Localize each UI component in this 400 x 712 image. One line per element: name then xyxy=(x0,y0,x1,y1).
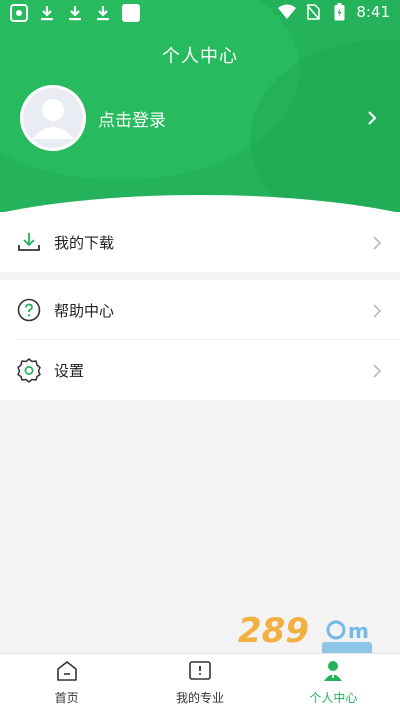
chevron-right-icon[interactable] xyxy=(364,110,380,126)
tab-my-major[interactable]: 我的专业 xyxy=(133,654,266,712)
download-icon xyxy=(16,229,42,255)
person-icon xyxy=(321,660,345,686)
avatar-placeholder-icon xyxy=(23,88,83,148)
app-icon xyxy=(10,4,28,22)
login-row[interactable]: 点击登录 xyxy=(20,85,380,151)
avatar[interactable] xyxy=(20,85,86,151)
help-icon xyxy=(16,297,42,323)
menu-item-label: 我的下载 xyxy=(54,233,115,252)
menu-item-label: 设置 xyxy=(54,361,85,380)
download-icon xyxy=(66,4,84,22)
tab-profile[interactable]: 个人中心 xyxy=(267,654,400,712)
square-icon xyxy=(122,4,140,22)
settings-icon xyxy=(16,357,42,383)
tab-label: 个人中心 xyxy=(309,691,358,705)
battery-icon xyxy=(330,3,348,21)
svg-text:289: 289 xyxy=(238,611,309,651)
book-icon xyxy=(188,660,212,686)
download-icon xyxy=(38,4,56,22)
svg-text:m: m xyxy=(348,619,369,643)
wifi-icon xyxy=(278,3,297,21)
tab-label: 首页 xyxy=(54,691,79,705)
settings-card: 帮助中心 设置 xyxy=(0,280,400,400)
no-sim-icon xyxy=(304,3,322,21)
downloads-card: 我的下载 xyxy=(0,212,400,272)
download-icon xyxy=(94,4,112,22)
tab-label: 我的专业 xyxy=(175,691,224,705)
menu-item-settings[interactable]: 设置 xyxy=(0,340,400,400)
status-time: 8:41 xyxy=(356,3,390,21)
menu-item-label: 帮助中心 xyxy=(54,301,115,320)
login-text[interactable]: 点击登录 xyxy=(98,106,364,131)
home-icon xyxy=(55,660,79,686)
page-title: 个人中心 xyxy=(162,46,238,67)
chevron-right-icon xyxy=(370,363,384,378)
bottom-tab-bar: 首页 我的专业 个人中心 xyxy=(0,653,400,712)
tab-home[interactable]: 首页 xyxy=(0,654,133,712)
chevron-right-icon xyxy=(370,235,384,250)
menu-item-help[interactable]: 帮助中心 xyxy=(0,280,400,340)
menu-item-downloads[interactable]: 我的下载 xyxy=(0,212,400,272)
status-bar: 8:41 xyxy=(0,0,400,28)
chevron-right-icon xyxy=(370,303,384,318)
